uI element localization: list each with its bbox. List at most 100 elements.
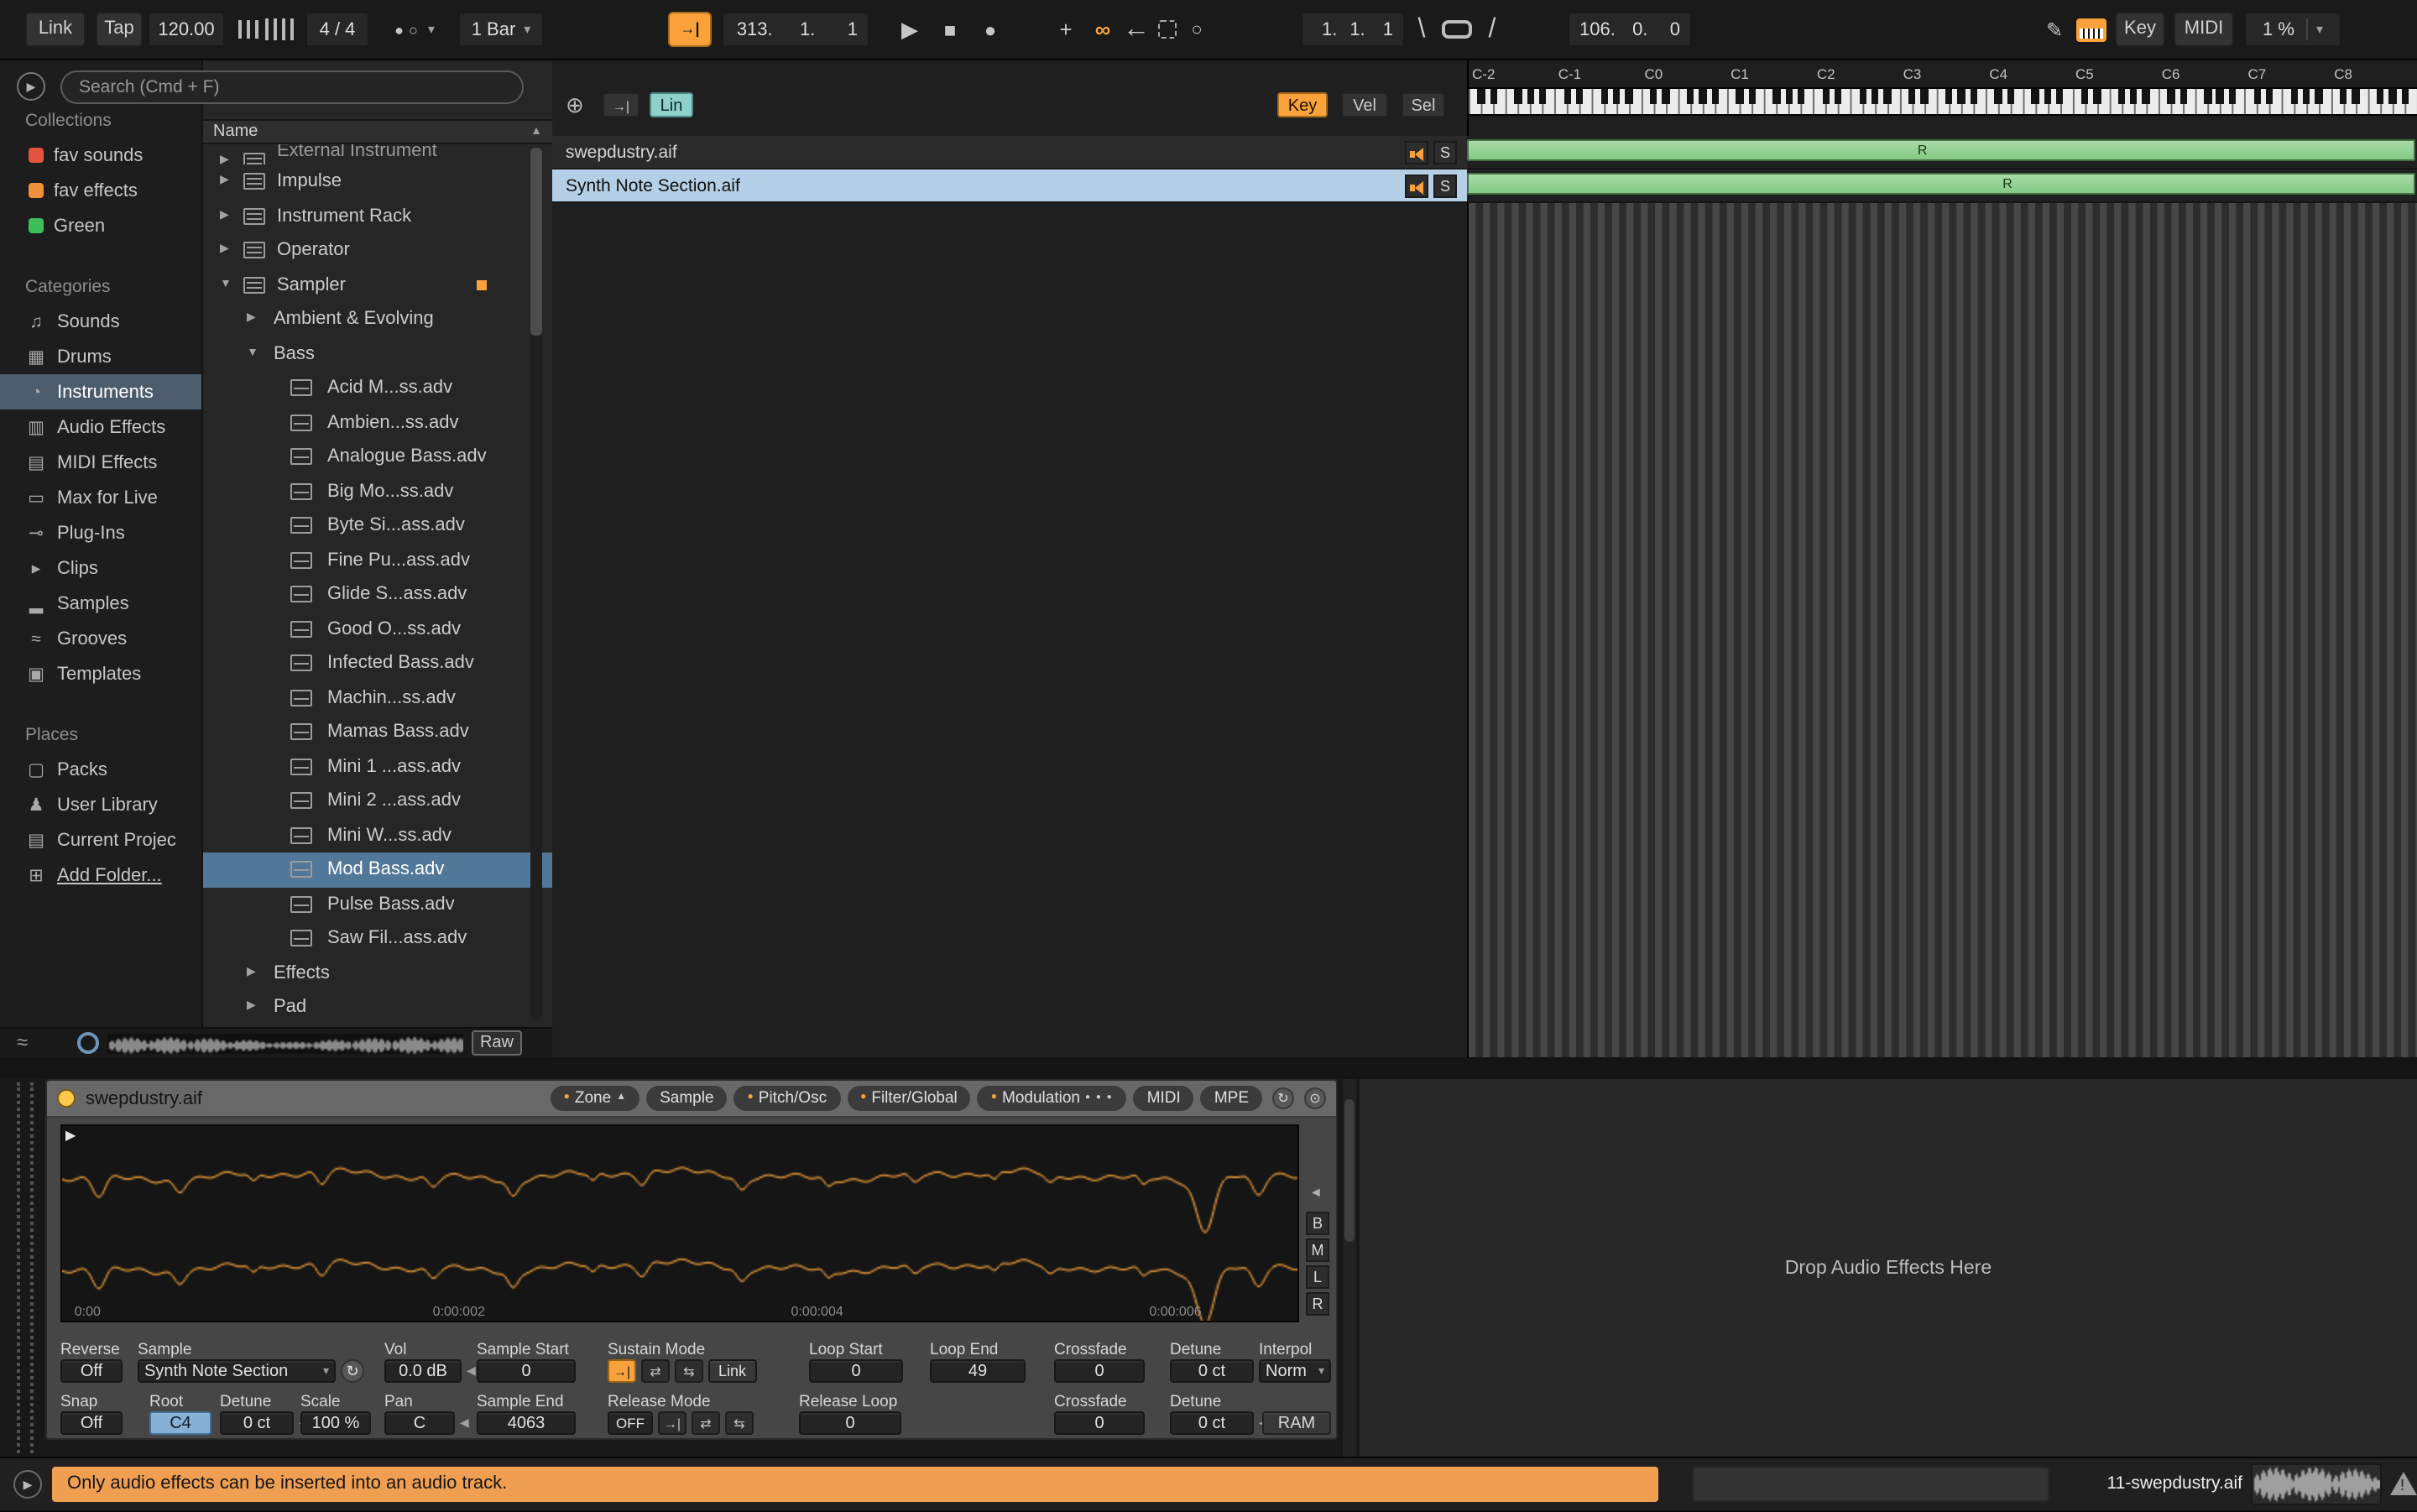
loop-length-field[interactable]: 106.0.0 <box>1568 12 1692 47</box>
octave-keys[interactable] <box>1641 87 1727 116</box>
black-key[interactable] <box>1921 89 1929 104</box>
black-key[interactable] <box>1711 89 1719 104</box>
play-button[interactable]: ▶ <box>893 12 927 47</box>
raw-button[interactable]: Raw <box>472 1030 522 1056</box>
keyboard-octave-c6[interactable]: C6 <box>2159 60 2245 136</box>
loop-pingpong-icon[interactable]: ⇆ <box>725 1411 754 1435</box>
sidebar-item-fav-effects[interactable]: fav effects <box>0 173 201 208</box>
browser-row-acid-m-ss-adv[interactable]: Acid M...ss.adv <box>203 371 552 405</box>
collapse-arrow-icon[interactable]: ▲ <box>616 1086 626 1111</box>
black-key[interactable] <box>2352 89 2359 104</box>
device-drag-handle[interactable] <box>17 1082 34 1453</box>
lin-button[interactable]: Lin <box>650 92 693 117</box>
black-key[interactable] <box>1563 89 1571 104</box>
tab-mpe[interactable]: MPE <box>1201 1086 1262 1111</box>
collapse-arrow-icon[interactable]: ▼ <box>247 336 258 371</box>
sidebar-item-fav-sounds[interactable]: fav sounds <box>0 138 201 173</box>
speaker-icon[interactable] <box>1405 140 1428 164</box>
black-key[interactable] <box>2118 89 2126 104</box>
browser-row-saw-fil-ass-adv[interactable]: Saw Fil...ass.adv <box>203 921 552 956</box>
warning-triangle-icon[interactable] <box>2390 1472 2417 1495</box>
keyboard-octave-c5[interactable]: C5 <box>2072 60 2159 136</box>
black-key[interactable] <box>1515 89 1522 104</box>
browser-row-good-o-ss-adv[interactable]: Good O...ss.adv <box>203 612 552 646</box>
speaker-icon[interactable] <box>1405 174 1428 197</box>
browser-row-effects[interactable]: ▶Effects <box>203 956 552 990</box>
clip-waveform-thumbnail[interactable] <box>2251 1463 2382 1505</box>
browser-row-pulse-bass-adv[interactable]: Pulse Bass.adv <box>203 887 552 921</box>
black-key[interactable] <box>1576 89 1584 104</box>
loop-icon[interactable] <box>1437 12 1477 47</box>
black-key[interactable] <box>2007 89 2015 104</box>
control-value-detune[interactable]: 0 ct <box>1170 1411 1254 1435</box>
control-value-pan[interactable]: C <box>384 1411 455 1435</box>
loop-forward-icon[interactable]: →| <box>608 1359 636 1383</box>
expand-arrow-icon[interactable]: ▶ <box>247 956 256 990</box>
link-button[interactable]: Link <box>25 12 86 47</box>
black-key[interactable] <box>2216 89 2224 104</box>
preview-toggle-icon[interactable] <box>77 1032 99 1054</box>
black-key[interactable] <box>1958 89 1965 104</box>
stop-button[interactable]: ■ <box>933 12 967 47</box>
control-value-crossfade[interactable]: 0 <box>1054 1411 1145 1435</box>
browser-row-ambient-evolving[interactable]: ▶Ambient & Evolving <box>203 302 552 336</box>
black-key[interactable] <box>1971 89 1978 104</box>
off-button[interactable]: OFF <box>608 1411 653 1435</box>
arrangement-position-field[interactable]: 313.1.1 <box>722 12 869 47</box>
tab-modulation[interactable]: ●Modulation● ● ● <box>978 1086 1127 1111</box>
black-key[interactable] <box>2340 89 2347 104</box>
sidebar-item-instruments[interactable]: ◔Instruments <box>0 374 201 409</box>
sidebar-item-max-for-live[interactable]: ▭Max for Live <box>0 480 201 515</box>
expand-arrow-icon[interactable]: ▶ <box>247 990 256 1025</box>
hot-swap-icon[interactable]: ↻ <box>1272 1087 1294 1109</box>
black-key[interactable] <box>2253 89 2261 104</box>
octave-keys[interactable] <box>2331 87 2417 116</box>
browser-list-header[interactable]: Name▲ <box>203 119 552 144</box>
groove-amount-icon[interactable] <box>233 12 299 47</box>
draw-mode-pencil-icon[interactable]: ✎ <box>2041 12 2068 47</box>
position-segment[interactable]: 1. <box>1313 19 1337 39</box>
browser-row-operator[interactable]: ▶Operator <box>203 233 552 268</box>
link-chain-icon[interactable]: ∞ <box>1088 12 1118 47</box>
black-key[interactable] <box>1908 89 1916 104</box>
sidebar-item-audio-effects[interactable]: ▥Audio Effects <box>0 409 201 445</box>
black-key[interactable] <box>1736 89 1744 104</box>
groove-pool-icon[interactable]: ≈ <box>17 1030 28 1054</box>
keyboard-octave-c-2[interactable]: C-2 <box>1469 60 1555 136</box>
time-signature-field[interactable]: 4 / 4 <box>305 12 369 47</box>
circle-icon[interactable]: ○ <box>1185 12 1208 47</box>
black-key[interactable] <box>2204 89 2211 104</box>
sidebar-item-sounds[interactable]: ♫Sounds <box>0 304 201 339</box>
browser-row-sampler[interactable]: ▼Sampler <box>203 268 552 302</box>
black-key[interactable] <box>1859 89 1866 104</box>
octave-keys[interactable] <box>1469 87 1555 116</box>
browser-row-bass[interactable]: ▼Bass <box>203 336 552 371</box>
browser-row-mini-2-ass-adv[interactable]: Mini 2 ...ass.adv <box>203 784 552 818</box>
browser-row-instrument-rack[interactable]: ▶Instrument Rack <box>203 199 552 233</box>
sidebar-item-add-folder[interactable]: ⊞Add Folder... <box>0 858 201 893</box>
black-key[interactable] <box>1527 89 1534 104</box>
loop-cycle-icon[interactable]: ⇄ <box>692 1411 720 1435</box>
root-key-marker[interactable]: R <box>1918 141 1928 161</box>
sidebar-item-user-library[interactable]: ♟User Library <box>0 787 201 822</box>
octave-keys[interactable] <box>2244 87 2331 116</box>
position-segment[interactable]: 1. <box>776 19 816 39</box>
position-segment[interactable]: 1 <box>818 19 858 39</box>
preview-waveform[interactable] <box>107 1034 463 1054</box>
sidebar-item-templates[interactable]: ▣Templates <box>0 656 201 691</box>
link-toggle-button[interactable]: Link <box>708 1359 756 1383</box>
keyboard-octave-c4[interactable]: C4 <box>1986 60 2072 136</box>
control-value-crossfade[interactable]: 0 <box>1054 1359 1145 1383</box>
black-key[interactable] <box>1785 89 1793 104</box>
browser-row-infected-bass-adv[interactable]: Infected Bass.adv <box>203 646 552 680</box>
black-key[interactable] <box>1663 89 1670 104</box>
control-value-detune[interactable]: 0 ct <box>220 1411 294 1435</box>
black-key[interactable] <box>2377 89 2384 104</box>
black-key[interactable] <box>2266 89 2273 104</box>
sample-row-synth-note-section-aif[interactable]: Synth Note Section.aifS <box>552 169 1467 203</box>
keyboard-octave-c3[interactable]: C3 <box>1900 60 1986 136</box>
black-key[interactable] <box>2179 89 2187 104</box>
browser-row-external-instrument[interactable]: ▶External Instrument <box>203 144 552 164</box>
tab-pitch-osc[interactable]: ●Pitch/Osc <box>734 1086 841 1111</box>
black-key[interactable] <box>2229 89 2237 104</box>
